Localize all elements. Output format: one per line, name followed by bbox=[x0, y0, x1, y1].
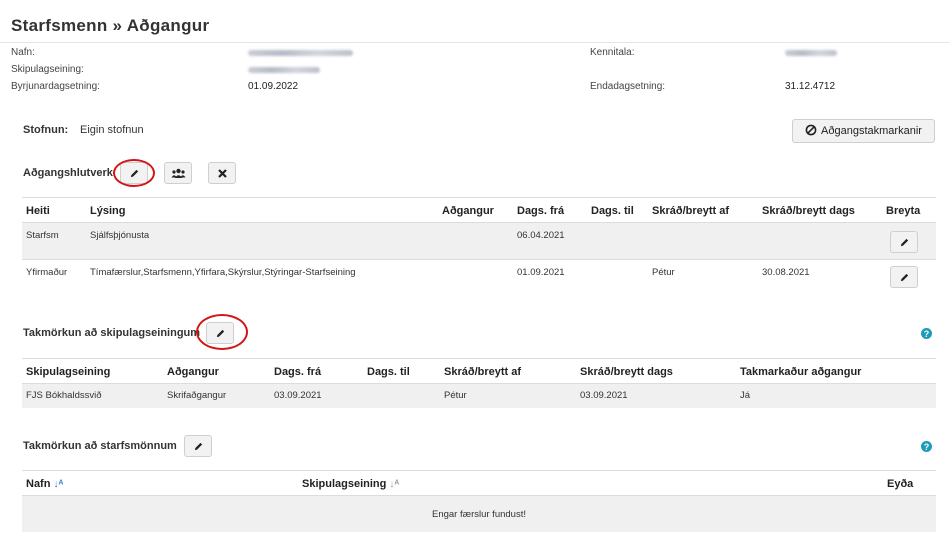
stofnun-value: Eigin stofnun bbox=[80, 124, 144, 136]
users-icon bbox=[171, 168, 185, 178]
empty-message: Engar færslur fundust! bbox=[432, 509, 526, 520]
col-nafn[interactable]: Nafn ↓ᴬ bbox=[26, 478, 63, 490]
edit-row-button[interactable] bbox=[890, 231, 918, 253]
staff-restrict-section-title: Takmörkun að starfsmönnum bbox=[23, 440, 177, 452]
roles-table-header: Heiti Lýsing Aðgangur Dags. frá Dags. ti… bbox=[22, 205, 936, 221]
col-skrad-af: Skráð/breytt af bbox=[444, 366, 522, 378]
col-dags-til: Dags. til bbox=[367, 366, 410, 378]
col-skipulagseining[interactable]: Skipulagseining ↓ᴬ bbox=[302, 478, 399, 490]
access-restrictions-label: Aðgangstakmarkanir bbox=[821, 125, 922, 137]
endadagsetning-value: 31.12.4712 bbox=[785, 81, 836, 92]
pencil-icon bbox=[194, 442, 202, 450]
staff-table-header: Nafn ↓ᴬ Skipulagseining ↓ᴬ Eyða bbox=[22, 478, 936, 494]
sort-az-icon[interactable]: ↓ᴬ bbox=[53, 479, 63, 490]
col-adgangur: Aðgangur bbox=[442, 205, 494, 217]
skipulagseining-value-redacted bbox=[248, 67, 320, 73]
ban-icon bbox=[805, 124, 817, 139]
group-roles-button[interactable] bbox=[164, 162, 192, 184]
nafn-value-redacted bbox=[248, 50, 353, 56]
endadagsetning-label: Endadagsetning: bbox=[590, 81, 666, 92]
highlight-ring-org bbox=[196, 314, 248, 350]
staff-restrict-table: Nafn ↓ᴬ Skipulagseining ↓ᴬ Eyða Engar færs… bbox=[22, 470, 936, 534]
kennitala-value-redacted bbox=[785, 50, 837, 56]
page-title: Starfsmenn » Aðgangur bbox=[11, 16, 210, 35]
col-skrad-dags: Skráð/breytt dags bbox=[762, 205, 855, 217]
access-restrictions-button[interactable]: Aðgangstakmarkanir bbox=[792, 119, 935, 143]
skipulagseining-label: Skipulagseining: bbox=[11, 64, 84, 75]
nafn-label: Nafn: bbox=[11, 47, 35, 58]
edit-row-button[interactable] bbox=[890, 266, 918, 288]
title-divider bbox=[0, 42, 949, 43]
col-skrad-dags: Skráð/breytt dags bbox=[580, 366, 673, 378]
help-icon[interactable]: ? bbox=[921, 328, 932, 339]
col-breyta: Breyta bbox=[886, 205, 921, 217]
col-takmarkadur: Takmarkaður aðgangur bbox=[740, 366, 862, 378]
org-restrict-table: Skipulagseining Aðgangur Dags. frá Dags.… bbox=[22, 358, 936, 410]
col-lysing: Lýsing bbox=[90, 205, 126, 217]
roles-table: Heiti Lýsing Aðgangur Dags. frá Dags. ti… bbox=[22, 197, 936, 289]
col-dags-fra: Dags. frá bbox=[517, 205, 565, 217]
kennitala-label: Kennitala: bbox=[590, 47, 635, 58]
roles-section-title: Aðgangshlutverk bbox=[23, 167, 113, 179]
close-icon bbox=[217, 168, 227, 178]
highlight-ring-roles bbox=[113, 159, 155, 187]
org-table-header: Skipulagseining Aðgangur Dags. frá Dags.… bbox=[22, 366, 936, 382]
byrjunardagsetning-label: Byrjunardagsetning: bbox=[11, 81, 100, 92]
table-row: FJS Bókhaldssvið Skrifaðgangur 03.09.202… bbox=[22, 384, 936, 408]
stofnun-label: Stofnun: bbox=[23, 124, 69, 136]
col-dags-fra: Dags. frá bbox=[274, 366, 322, 378]
edit-staff-restrict-button[interactable] bbox=[184, 435, 212, 457]
sort-az-icon[interactable]: ↓ᴬ bbox=[389, 479, 399, 490]
col-heiti: Heiti bbox=[26, 205, 50, 217]
col-dags-til: Dags. til bbox=[591, 205, 634, 217]
org-restrict-section-title: Takmörkun að skipulagseiningum bbox=[23, 327, 201, 339]
table-row: Yfirmaður Tímafærslur,Starfsmenn,Yfirfar… bbox=[22, 260, 936, 290]
col-skrad-af: Skráð/breytt af bbox=[652, 205, 730, 217]
pencil-icon bbox=[900, 273, 908, 281]
col-eyda: Eyða bbox=[887, 478, 914, 490]
col-adgangur: Aðgangur bbox=[167, 366, 219, 378]
pencil-icon bbox=[900, 238, 908, 246]
table-row: Starfsm Sjálfsþjónusta 06.04.2021 bbox=[22, 223, 936, 259]
remove-roles-button[interactable] bbox=[208, 162, 236, 184]
empty-row: Engar færslur fundust! bbox=[22, 496, 936, 532]
byrjunardagsetning-value: 01.09.2022 bbox=[248, 81, 299, 92]
col-skipulagseining: Skipulagseining bbox=[26, 366, 111, 378]
help-icon[interactable]: ? bbox=[921, 441, 932, 452]
